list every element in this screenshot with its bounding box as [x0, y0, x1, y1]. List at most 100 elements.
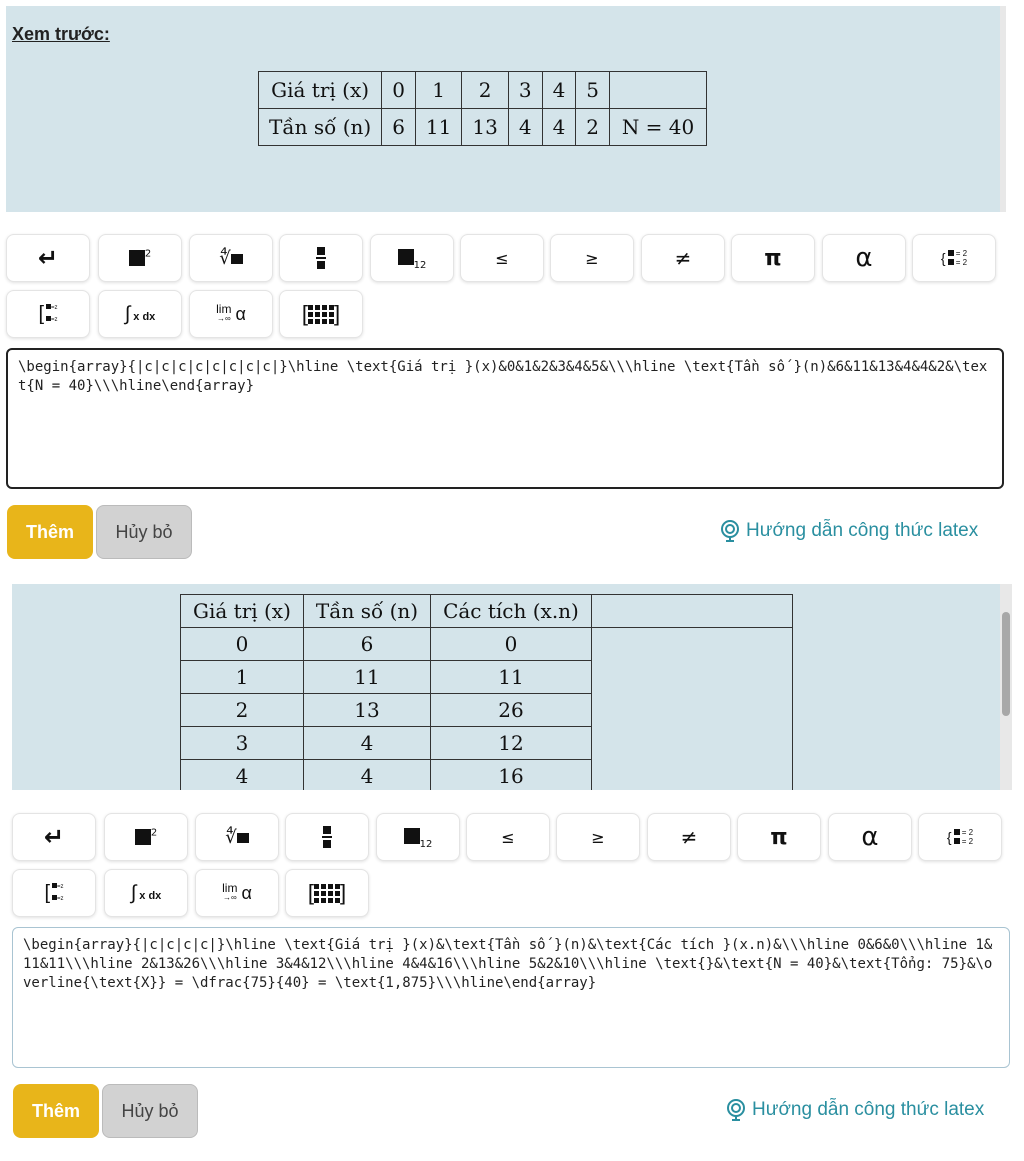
enter-button[interactable]: ↵	[6, 234, 90, 282]
superscript-icon: 2	[128, 247, 151, 270]
table-cell: 4	[541, 108, 577, 146]
preview-panel-2: Giá trị (x) Tần số (n) Các tích (x.n) 0 …	[12, 584, 1012, 790]
system-button[interactable]: { = 2 = 2	[912, 234, 996, 282]
system-button[interactable]: { = 2 = 2	[918, 813, 1002, 861]
piecewise-icon: [ =z =z	[38, 302, 58, 325]
matrix-button[interactable]: [ ]	[285, 869, 369, 917]
table-cell: Tần số (n)	[257, 108, 383, 146]
superscript-button[interactable]: 2	[98, 234, 182, 282]
latex-help-link[interactable]: Hướng dẫn công thức latex	[724, 1098, 984, 1122]
integral-button[interactable]: ∫ x dx	[98, 290, 182, 338]
piecewise-button[interactable]: [ =z =z	[12, 869, 96, 917]
table-row: 0 6 0	[180, 627, 793, 790]
latex-input-2[interactable]: \begin{array}{|c|c|c|c|}\hline \text{Giá…	[12, 927, 1010, 1068]
neq-button[interactable]: ≠	[641, 234, 725, 282]
cancel-button[interactable]: Hủy bỏ	[102, 1084, 198, 1138]
preview-title: Xem trước:	[12, 24, 110, 44]
table-cell: 5	[575, 71, 611, 109]
subscript-button[interactable]: 12	[376, 813, 460, 861]
table-cell	[609, 71, 708, 109]
help-icon	[727, 1099, 745, 1121]
subscript-label: 12	[419, 838, 433, 850]
geq-icon: ≥	[591, 827, 605, 847]
piecewise-button[interactable]: [ =z =z	[6, 290, 90, 338]
latex-input-1[interactable]: \begin{array}{|c|c|c|c|c|c|c|c|}\hline \…	[6, 348, 1004, 489]
superscript-icon: 2	[134, 826, 157, 849]
neq-icon: ≠	[674, 246, 692, 270]
pi-button[interactable]: π	[737, 813, 821, 861]
subscript-button[interactable]: 12	[370, 234, 454, 282]
cancel-button[interactable]: Hủy bỏ	[96, 505, 192, 559]
fraction-icon	[316, 247, 326, 269]
table-cell: 2	[461, 71, 509, 109]
superscript-button[interactable]: 2	[104, 813, 188, 861]
fraction-icon	[322, 826, 332, 848]
lim-label: lim	[216, 302, 232, 316]
preview-panel-1: Xem trước: Giá trị (x) 0 1 2 3 4 5 Tần s…	[6, 6, 1006, 212]
table-cell: 3	[180, 726, 304, 760]
system-bottom-label: = 2	[955, 258, 968, 267]
piecewise-icon: [ =z =z	[44, 881, 64, 904]
leq-button[interactable]: ≤	[466, 813, 550, 861]
root-button[interactable]: ∜	[189, 234, 273, 282]
alpha-icon: α	[861, 822, 879, 852]
table-cell: 2	[575, 108, 611, 146]
help-link-label: Hướng dẫn công thức latex	[752, 1099, 985, 1120]
latex-help-link[interactable]: Hướng dẫn công thức latex	[718, 519, 978, 543]
table-cell: 11	[302, 660, 432, 694]
table-header-cell	[590, 594, 793, 628]
integral-icon: ∫ x dx	[125, 303, 156, 326]
table-cell: 11	[430, 660, 592, 694]
table-cell: 26	[430, 693, 592, 727]
table-row: Giá trị (x) 0 1 2 3 4 5	[257, 71, 708, 109]
matrix-icon: [ ]	[307, 880, 347, 905]
neq-button[interactable]: ≠	[647, 813, 731, 861]
table-row: Giá trị (x) Tần số (n) Các tích (x.n)	[180, 594, 793, 628]
table-cell: 6	[302, 627, 432, 661]
integral-text: x dx	[133, 310, 156, 323]
pi-button[interactable]: π	[731, 234, 815, 282]
limit-button[interactable]: lim →∞ α	[195, 869, 279, 917]
alpha-icon: α	[855, 243, 873, 273]
preview-scrollbar[interactable]	[1000, 584, 1012, 790]
pi-icon: π	[770, 824, 788, 850]
lim-alpha: α	[241, 882, 252, 903]
geq-button[interactable]: ≥	[556, 813, 640, 861]
lim-alpha: α	[235, 303, 246, 324]
table-cell: 3	[507, 71, 543, 109]
piece-top-label: =z	[57, 884, 64, 890]
scrollbar-thumb[interactable]	[1002, 612, 1010, 716]
geq-button[interactable]: ≥	[550, 234, 634, 282]
alpha-button[interactable]: α	[822, 234, 906, 282]
matrix-button[interactable]: [ ]	[279, 290, 363, 338]
nth-root-icon: ∜	[225, 827, 249, 848]
add-button[interactable]: Thêm	[7, 505, 93, 559]
table-row: Tần số (n) 6 11 13 4 4 2 N = 40	[257, 108, 708, 146]
leq-icon: ≤	[495, 248, 509, 268]
enter-icon: ↵	[43, 823, 65, 851]
subscript-icon: 12	[403, 825, 433, 850]
limit-icon: lim →∞ α	[222, 882, 252, 904]
alpha-button[interactable]: α	[828, 813, 912, 861]
leq-button[interactable]: ≤	[460, 234, 544, 282]
table-cell: 1	[414, 71, 463, 109]
add-button[interactable]: Thêm	[13, 1084, 99, 1138]
subscript-label: 12	[413, 259, 427, 271]
leq-icon: ≤	[501, 827, 515, 847]
enter-icon: ↵	[37, 244, 59, 272]
root-button[interactable]: ∜	[195, 813, 279, 861]
integral-button[interactable]: ∫ x dx	[104, 869, 188, 917]
nth-root-icon: ∜	[219, 248, 243, 269]
table-cell: 0	[180, 627, 304, 661]
enter-button[interactable]: ↵	[12, 813, 96, 861]
lim-sub-label: →∞	[216, 314, 231, 323]
limit-icon: lim →∞ α	[216, 302, 246, 325]
pi-icon: π	[764, 245, 782, 271]
limit-button[interactable]: lim →∞ α	[189, 290, 273, 338]
table-cell: 13	[461, 108, 509, 146]
table-header-cell: Tần số (n)	[302, 594, 432, 628]
fraction-button[interactable]	[279, 234, 363, 282]
table-cell	[590, 627, 793, 790]
fraction-button[interactable]	[285, 813, 369, 861]
piece-bottom-label: =z	[51, 317, 58, 323]
